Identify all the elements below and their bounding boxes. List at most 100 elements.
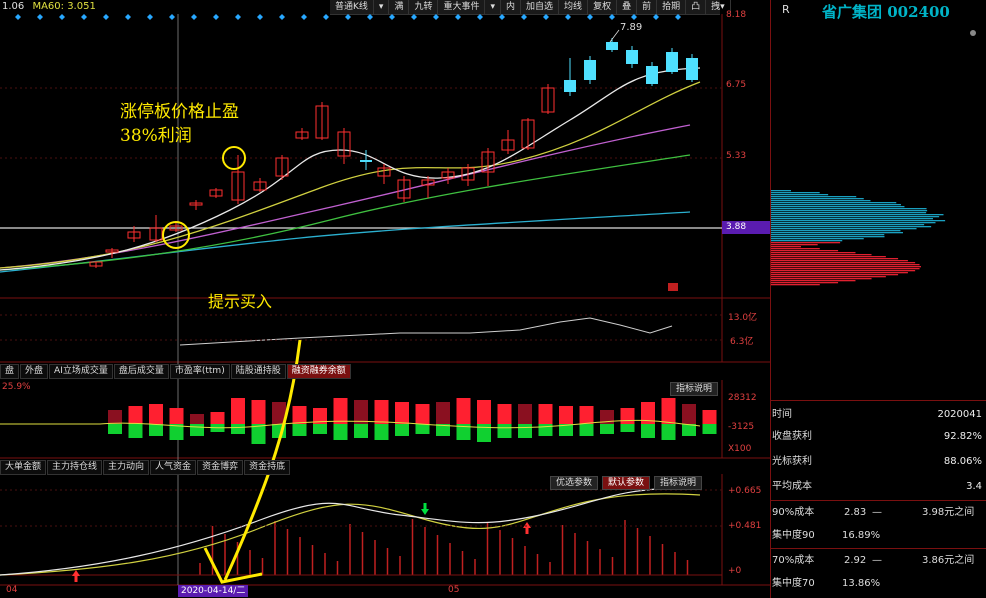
close-dot-icon[interactable] [970, 30, 976, 36]
rp-conc70-val: 13.86% [842, 578, 881, 589]
rp-cost70-a: 2.92 [844, 555, 867, 566]
macd-bar-up-15 [415, 404, 430, 424]
tabsBottom-tab-0[interactable]: 大单金额 [0, 460, 47, 475]
macd-bar-down-12 [354, 424, 368, 438]
rp-cursor-profit-val: 88.06% [943, 456, 982, 467]
chip-bar-25 [771, 240, 843, 242]
chip-bar-35 [771, 260, 908, 262]
chip-bar-19 [771, 228, 917, 230]
stock-chart-window: 1.06 MA60: 3.051 普通K线 ▾ 满九转 重大事件 ▾ 内加自选 均线 复权叠前… [0, 0, 986, 598]
param-button-2[interactable]: 指标说明 [654, 476, 703, 490]
candle-body-25 [606, 42, 618, 50]
rp-cost70-row: 70%成本 2.92 — 3.86元之间 [772, 552, 986, 570]
chart-canvas[interactable] [0, 0, 770, 598]
volume-axis-top: 13.0亿 [728, 313, 758, 323]
event-diamond-icon-20 [455, 14, 461, 20]
rp-conc90-row: 集中度90 16.89% [772, 527, 986, 545]
tabsTop-tab-1[interactable]: 外盘 [20, 364, 49, 379]
indicator-help-button[interactable]: 指标说明 [670, 382, 719, 396]
chip-bar-32 [771, 254, 872, 256]
macd-bar-up-12 [354, 400, 368, 424]
cursor-date-label: 2020-04-14/二 [178, 585, 249, 597]
take-profit-annotation-line2: 38%利润 [120, 126, 192, 146]
rp-cost90-b: 3.98元之间 [922, 507, 975, 518]
rp-cost90-key: 90%成本 [772, 507, 815, 518]
event-diamond-icon-23 [521, 14, 527, 20]
macd-bar-down-11 [333, 424, 348, 440]
event-markers[interactable] [15, 14, 681, 20]
param-button-1[interactable]: 默认参数 [602, 476, 651, 490]
event-diamond-icon-19 [433, 14, 439, 20]
parameter-buttons: 优选参数 默认参数 指标说明 [550, 476, 703, 490]
event-diamond-icon-26 [587, 14, 593, 20]
macd-bar-up-11 [333, 398, 348, 424]
rp-conc70-key: 集中度70 [772, 578, 815, 589]
tabsBottom-tab-3[interactable]: 人气资金 [150, 460, 197, 475]
macd-bar-up-17 [456, 398, 471, 424]
tabsBottom-tab-2[interactable]: 主力动向 [103, 460, 150, 475]
rp-avg-cost-row: 平均成本 3.4 [772, 478, 986, 496]
chip-distribution [771, 190, 946, 286]
chip-bar-41 [771, 272, 908, 274]
chip-bar-1 [771, 192, 820, 194]
rp-conc90-val: 16.89% [842, 530, 881, 541]
chip-bar-5 [771, 200, 871, 202]
event-diamond-icon-16 [367, 14, 373, 20]
ma-line-cyan [0, 211, 691, 273]
event-diamond-icon-28 [631, 14, 637, 20]
macd-bar-down-27 [661, 424, 676, 440]
chip-bar-39 [771, 268, 920, 270]
tabsTop-tab-4[interactable]: 市盈率(ttm) [169, 364, 230, 379]
macd-bar-down-1 [128, 424, 143, 438]
macd-bar-up-27 [661, 398, 676, 424]
macd-bar-down-9 [292, 424, 307, 436]
tabsTop-tab-5[interactable]: 陆股通持股 [230, 364, 286, 379]
chip-bar-34 [771, 258, 899, 260]
rp-cost70-b: 3.86元之间 [922, 555, 975, 566]
indicator-tabs-bottom: 大单金额 主力持仓线 主力动向 人气资金 资金博弈 资金持底 [0, 460, 291, 475]
event-diamond-icon-22 [499, 14, 505, 20]
high-price-label: 7.89 [620, 22, 643, 33]
macd-bar-up-1 [128, 406, 143, 424]
event-flag-icon[interactable] [668, 283, 678, 291]
tabsTop-tab-2[interactable]: AI立场成交量 [49, 364, 113, 379]
indicator-tabs-top: 盘外盘 AI立场成交量 盘后成交量 市盈率(ttm) 陆股通持股 融资融券余额 [0, 364, 352, 379]
date-label-right: 05 [448, 585, 460, 595]
tabsTop-tab-3[interactable]: 盘后成交量 [113, 364, 169, 379]
tabsTop-tab-6[interactable]: 融资融券余额 [286, 364, 351, 379]
chip-bar-4 [771, 198, 864, 200]
volume-line [179, 317, 673, 346]
event-diamond-icon-29 [653, 14, 659, 20]
event-diamond-icon-3 [81, 14, 87, 20]
chip-bar-14 [771, 218, 933, 220]
buy-arrow-icon [523, 522, 531, 534]
macd-bar-up-28 [682, 404, 696, 424]
chip-bar-22 [771, 234, 885, 236]
event-diamond-icon-25 [565, 14, 571, 20]
chip-bar-44 [771, 278, 872, 280]
candle-body-28 [666, 52, 678, 72]
event-diamond-icon-6 [147, 14, 153, 20]
event-diamond-icon-15 [345, 14, 351, 20]
chip-bar-7 [771, 204, 901, 206]
tabsTop-tab-0[interactable]: 盘 [0, 364, 20, 379]
rp-cursor-profit-key: 光标获利 [772, 456, 812, 467]
right-panel-r-label: R [782, 3, 790, 16]
rp-profit-val: 92.82% [943, 431, 982, 442]
candlesticks[interactable] [89, 38, 698, 268]
take-profit-annotation: 涨停板价格止盈 38%利润 [120, 100, 239, 148]
tabsBottom-tab-5[interactable]: 资金持底 [244, 460, 291, 475]
param-button-0[interactable]: 优选参数 [550, 476, 599, 490]
macd-bar-up-0 [108, 410, 122, 424]
tabsBottom-tab-4[interactable]: 资金博弈 [197, 460, 244, 475]
event-diamond-icon-0 [15, 14, 21, 20]
tabsBottom-tab-1[interactable]: 主力持仓线 [47, 460, 103, 475]
chip-bar-0 [771, 190, 791, 192]
macd-bar-down-10 [313, 424, 327, 434]
rp-conc70-row: 集中度70 13.86% [772, 575, 986, 593]
rp-profit-row: 收盘获利 92.82% [772, 428, 986, 446]
chip-bar-11 [771, 212, 927, 214]
chip-bar-46 [771, 282, 839, 284]
macd-bar-up-5 [210, 412, 225, 424]
ma-line-yellow [0, 81, 701, 269]
